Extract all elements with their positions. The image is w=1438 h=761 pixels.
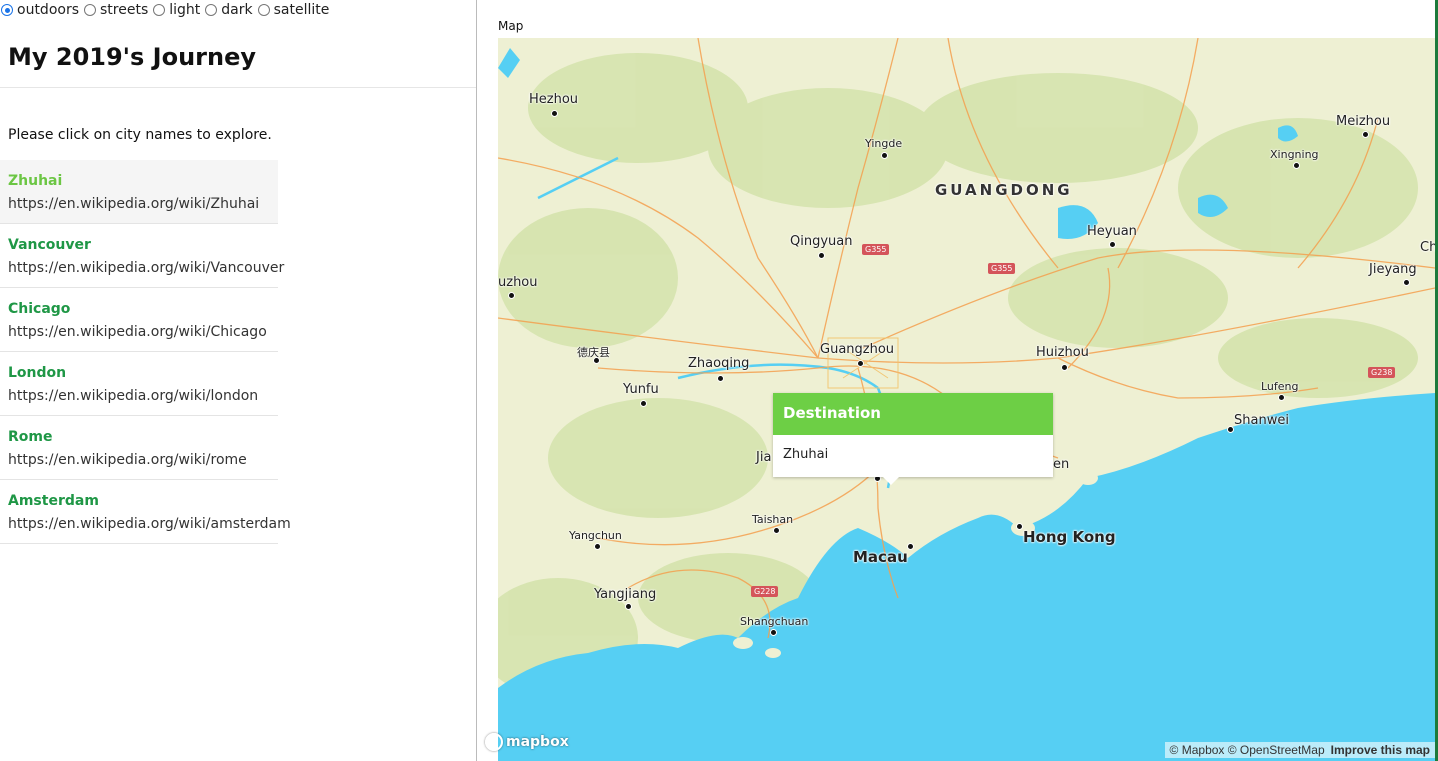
city-item-rome[interactable]: Rome https://en.wikipedia.org/wiki/rome [0, 416, 278, 480]
place-label: Yangchun [569, 529, 622, 542]
city-dot [773, 527, 780, 534]
city-item-amsterdam[interactable]: Amsterdam https://en.wikipedia.org/wiki/… [0, 480, 291, 544]
city-dot [594, 543, 601, 550]
place-label: Ch [1420, 240, 1435, 255]
highway-shield: G238 [1368, 367, 1396, 378]
place-label: Macau [853, 548, 908, 566]
place-label: Yingde [865, 137, 903, 150]
city-name-link[interactable]: Amsterdam [8, 492, 270, 510]
place-label: Xingning [1270, 148, 1319, 161]
city-url: https://en.wikipedia.org/wiki/rome [8, 452, 247, 468]
city-name-link[interactable]: Rome [8, 428, 270, 446]
popup-body: Zhuhai [773, 435, 1053, 477]
city-dot [1403, 279, 1410, 286]
place-label: Meizhou [1336, 114, 1391, 129]
place-label: Heyuan [1087, 224, 1137, 239]
popup-tip [883, 477, 899, 485]
place-label: Jieyang [1369, 262, 1417, 277]
city-dot [551, 110, 558, 117]
city-dot [1061, 364, 1068, 371]
city-dot [907, 543, 914, 550]
city-dot [640, 400, 647, 407]
page-title: My 2019's Journey [8, 43, 257, 71]
city-dot [1293, 162, 1300, 169]
place-label: Hong Kong [1023, 528, 1116, 546]
place-label: Hezhou [529, 92, 579, 107]
place-label: uzhou [498, 275, 538, 290]
city-item-chicago[interactable]: Chicago https://en.wikipedia.org/wiki/Ch… [0, 288, 278, 352]
instructions-text: Please click on city names to explore. [8, 127, 272, 143]
city-dot [625, 603, 632, 610]
city-item-zhuhai[interactable]: Zhuhai https://en.wikipedia.org/wiki/Zhu… [0, 160, 278, 224]
place-label: Shangchuan [740, 615, 809, 628]
city-dot [1362, 131, 1369, 138]
city-item-vancouver[interactable]: Vancouver https://en.wikipedia.org/wiki/… [0, 224, 285, 288]
city-name-link[interactable]: Zhuhai [8, 172, 270, 190]
city-name-link[interactable]: Chicago [8, 300, 270, 318]
place-label: Zhaoqing [688, 356, 750, 371]
highway-shield: G228 [751, 586, 779, 597]
destination-popup[interactable]: Destination Zhuhai [773, 393, 1053, 485]
place-label: Lufeng [1261, 380, 1299, 393]
city-dot [717, 375, 724, 382]
place-label: Huizhou [1036, 345, 1089, 360]
mapbox-icon [485, 733, 503, 751]
city-url: https://en.wikipedia.org/wiki/london [8, 388, 259, 404]
mapbox-logo-text: mapbox [506, 734, 569, 750]
place-label: Yangjiang [594, 587, 657, 602]
city-name-link[interactable]: London [8, 364, 270, 382]
place-label: Qingyuan [790, 234, 853, 249]
city-dot [1227, 426, 1234, 433]
city-url: https://en.wikipedia.org/wiki/Vancouver [8, 260, 285, 276]
city-url: https://en.wikipedia.org/wiki/Zhuhai [8, 196, 260, 212]
improve-map-link[interactable]: Improve this map [1331, 743, 1430, 757]
city-name-link[interactable]: Vancouver [8, 236, 270, 254]
highway-shield: G355 [862, 244, 890, 255]
city-dot [857, 360, 864, 367]
place-label: en [1053, 457, 1070, 472]
city-dot [1278, 394, 1285, 401]
city-dot [508, 292, 515, 299]
city-dot [1109, 241, 1116, 248]
city-dot [593, 357, 600, 364]
city-dot [770, 629, 777, 636]
map-canvas[interactable]: Hezhou Yingde Meizhou Xingning GUANGDONG… [498, 38, 1435, 761]
map-attribution: © Mapbox © OpenStreetMap Improve this map [1164, 742, 1435, 758]
region-label: GUANGDONG [935, 181, 1073, 199]
place-label: Guangzhou [820, 342, 895, 357]
city-dot [1016, 523, 1023, 530]
place-label: Taishan [752, 513, 794, 526]
title-divider [0, 87, 476, 88]
city-dot [881, 152, 888, 159]
popup-heading: Destination [773, 393, 1053, 435]
attribution-text[interactable]: © Mapbox © OpenStreetMap [1170, 743, 1325, 757]
city-item-london[interactable]: London https://en.wikipedia.org/wiki/lon… [0, 352, 278, 416]
city-url: https://en.wikipedia.org/wiki/amsterdam [8, 516, 291, 532]
city-url: https://en.wikipedia.org/wiki/Chicago [8, 324, 267, 340]
place-label: Jia [756, 450, 772, 465]
highway-shield: G355 [988, 263, 1016, 274]
sidebar: My 2019's Journey Please click on city n… [0, 0, 477, 761]
place-label: Yunfu [623, 382, 659, 397]
place-label: Shanwei [1234, 413, 1289, 428]
city-dot [818, 252, 825, 259]
map-label: Map [498, 19, 524, 33]
city-list: Zhuhai https://en.wikipedia.org/wiki/Zhu… [0, 160, 291, 544]
mapbox-logo[interactable]: mapbox [485, 733, 569, 751]
